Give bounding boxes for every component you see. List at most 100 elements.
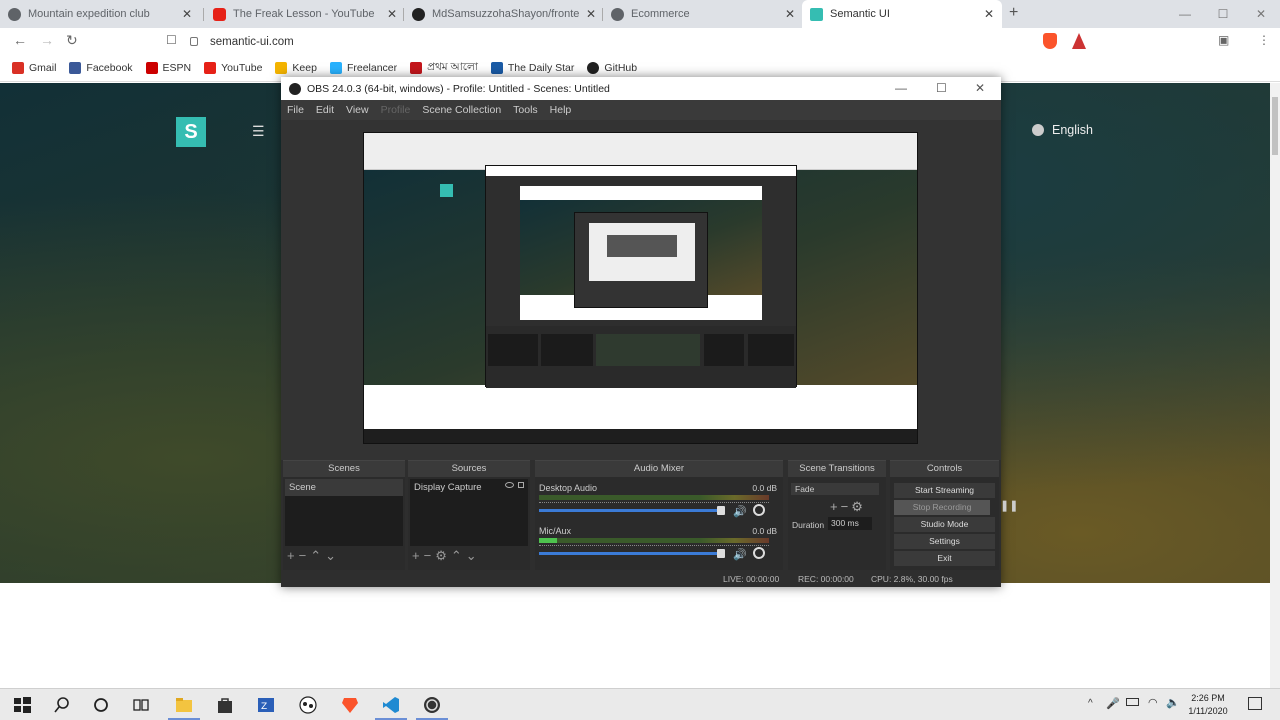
search-icon[interactable] bbox=[52, 695, 72, 715]
vscode-icon[interactable] bbox=[381, 695, 401, 715]
studio-mode-button[interactable]: Studio Mode bbox=[894, 517, 995, 532]
volume-slider-knob[interactable] bbox=[717, 549, 725, 558]
menu-edit[interactable]: Edit bbox=[316, 104, 334, 116]
settings-button[interactable]: Settings bbox=[894, 534, 995, 549]
speaker-icon[interactable]: 🔊 bbox=[733, 505, 747, 518]
move-down-icon[interactable]: ⌄ bbox=[325, 548, 340, 563]
bookmark-freelancer[interactable]: Freelancer bbox=[329, 62, 397, 74]
lock-icon[interactable] bbox=[518, 482, 524, 488]
scene-item[interactable]: Scene bbox=[285, 479, 403, 496]
remove-icon[interactable]: − bbox=[299, 548, 311, 563]
gear-icon[interactable] bbox=[753, 504, 765, 516]
menu-scene-collection[interactable]: Scene Collection bbox=[422, 104, 501, 116]
volume-slider[interactable] bbox=[539, 552, 721, 555]
bookmark-prothom-alo[interactable]: প্রথম আলো bbox=[410, 60, 478, 77]
menu-view[interactable]: View bbox=[346, 104, 369, 116]
bookmark-facebook[interactable]: Facebook bbox=[69, 62, 133, 74]
close-icon[interactable]: ✕ bbox=[586, 7, 596, 21]
menu-icon[interactable]: ⋮ bbox=[1258, 33, 1270, 47]
add-icon[interactable]: + bbox=[287, 548, 299, 563]
obs-title-bar[interactable]: OBS 24.0.3 (64-bit, windows) - Profile: … bbox=[281, 77, 1001, 100]
task-view-icon[interactable] bbox=[131, 695, 151, 715]
page-scrollbar[interactable] bbox=[1270, 83, 1280, 688]
close-icon[interactable]: ✕ bbox=[975, 81, 985, 95]
transition-select[interactable]: Fade bbox=[791, 483, 879, 495]
obs-icon[interactable] bbox=[422, 695, 442, 715]
bookmark-youtube[interactable]: YouTube bbox=[204, 62, 262, 74]
back-icon[interactable]: ← bbox=[13, 32, 27, 48]
site-logo[interactable]: S bbox=[176, 117, 206, 147]
brave-shield-icon[interactable] bbox=[1043, 33, 1057, 49]
menu-tools[interactable]: Tools bbox=[513, 104, 538, 116]
bookmark-gmail[interactable]: Gmail bbox=[12, 62, 56, 74]
gear-icon[interactable]: ⚙ bbox=[435, 548, 451, 563]
add-icon[interactable]: + bbox=[830, 499, 841, 514]
close-icon[interactable]: ✕ bbox=[182, 7, 192, 21]
volume-slider[interactable] bbox=[539, 509, 721, 512]
extensions-icon[interactable]: ▣ bbox=[1218, 33, 1229, 47]
minimize-icon[interactable]: — bbox=[895, 81, 907, 95]
menu-profile[interactable]: Profile bbox=[381, 104, 411, 116]
obs-preview[interactable] bbox=[281, 120, 1001, 460]
tab-4[interactable]: Ecommerce ✕ bbox=[603, 0, 803, 28]
stop-recording-button[interactable]: Stop Recording bbox=[894, 500, 990, 515]
tab-3[interactable]: MdSamsuzzohaShayon/frontend ✕ bbox=[404, 0, 604, 28]
add-icon[interactable]: + bbox=[412, 548, 424, 563]
move-up-icon[interactable]: ⌃ bbox=[451, 548, 466, 563]
gear-icon[interactable]: ⚙ bbox=[851, 499, 866, 514]
store-icon[interactable] bbox=[215, 695, 235, 715]
scrollbar-thumb[interactable] bbox=[1272, 97, 1278, 155]
pause-icon[interactable]: ❚❚ bbox=[1000, 499, 1018, 512]
microphone-icon[interactable]: 🎤 bbox=[1106, 697, 1120, 710]
notifications-icon[interactable] bbox=[1248, 697, 1262, 710]
tray-chevron-icon[interactable]: ^ bbox=[1088, 698, 1093, 709]
hamburger-icon[interactable]: ☰ bbox=[252, 123, 265, 140]
gear-icon[interactable] bbox=[753, 547, 765, 559]
remove-icon[interactable]: − bbox=[841, 499, 852, 514]
close-icon[interactable]: ✕ bbox=[785, 7, 795, 21]
bookmark-github[interactable]: GitHub bbox=[587, 62, 637, 74]
speaker-icon[interactable]: 🔊 bbox=[733, 548, 747, 561]
forward-icon[interactable]: → bbox=[40, 32, 54, 48]
brave-rewards-icon[interactable] bbox=[1072, 33, 1086, 49]
reload-icon[interactable]: ↻ bbox=[66, 32, 78, 49]
close-icon[interactable]: ✕ bbox=[1242, 0, 1280, 28]
battery-icon[interactable] bbox=[1126, 698, 1139, 706]
move-up-icon[interactable]: ⌃ bbox=[310, 548, 325, 563]
close-icon[interactable]: ✕ bbox=[387, 7, 397, 21]
language-selector[interactable]: English bbox=[1032, 123, 1093, 137]
volume-slider-knob[interactable] bbox=[717, 506, 725, 515]
network-icon[interactable]: ◠ bbox=[1148, 696, 1158, 709]
new-tab-button[interactable]: + bbox=[1009, 4, 1018, 22]
minimize-icon[interactable]: — bbox=[1166, 0, 1204, 28]
start-streaming-button[interactable]: Start Streaming bbox=[894, 483, 995, 498]
move-down-icon[interactable]: ⌄ bbox=[466, 548, 481, 563]
bookmark-daily-star[interactable]: The Daily Star bbox=[490, 62, 574, 74]
file-explorer-icon[interactable] bbox=[174, 695, 194, 715]
bookmark-keep[interactable]: Keep bbox=[275, 62, 317, 74]
menu-file[interactable]: File bbox=[287, 104, 304, 116]
remove-icon[interactable]: − bbox=[424, 548, 436, 563]
close-icon[interactable]: ✕ bbox=[984, 7, 994, 21]
address-bar[interactable]: semantic-ui.com bbox=[190, 31, 1040, 52]
cortana-icon[interactable] bbox=[91, 695, 111, 715]
visibility-icon[interactable] bbox=[505, 482, 514, 488]
bookmark-icon[interactable]: ☐ bbox=[166, 33, 177, 47]
controls-dock: Controls Start Streaming Stop Recording … bbox=[890, 460, 1018, 570]
source-item[interactable]: Display Capture bbox=[410, 479, 528, 496]
volume-icon[interactable]: 🔈 bbox=[1166, 696, 1180, 709]
duration-input[interactable]: 300 ms bbox=[828, 517, 872, 530]
brave-icon[interactable] bbox=[340, 695, 360, 715]
exit-button[interactable]: Exit bbox=[894, 551, 995, 566]
maximize-icon[interactable]: ☐ bbox=[936, 81, 947, 95]
game-icon[interactable] bbox=[298, 695, 318, 715]
tab-5[interactable]: Semantic UI ✕ bbox=[802, 0, 1002, 28]
system-clock[interactable]: 2:26 PM 1/11/2020 bbox=[1183, 692, 1233, 718]
tab-2[interactable]: The Freak Lesson - YouTube ✕ bbox=[205, 0, 405, 28]
unknown-blue-icon[interactable]: Z bbox=[256, 695, 276, 715]
start-icon[interactable] bbox=[12, 695, 32, 715]
bookmark-espn[interactable]: ESPN bbox=[145, 62, 191, 74]
tab-1[interactable]: Mountain expedition club ✕ bbox=[0, 0, 200, 28]
maximize-icon[interactable]: ☐ bbox=[1204, 0, 1242, 28]
menu-help[interactable]: Help bbox=[550, 104, 572, 116]
